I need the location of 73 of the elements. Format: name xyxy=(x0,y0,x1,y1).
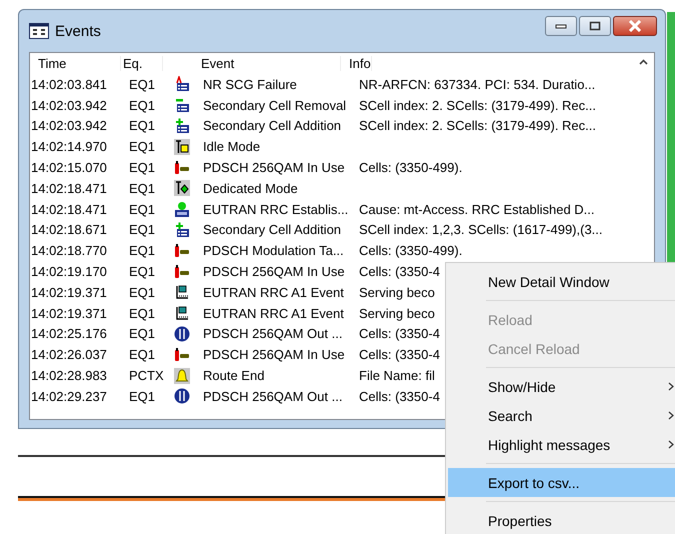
table-cell-text: EQ1 xyxy=(129,388,156,404)
column-header[interactable]: Info xyxy=(341,56,372,71)
table-cell-text: 14:02:18.671 xyxy=(30,222,108,238)
table-cell-text: NR SCG Failure xyxy=(203,76,298,92)
table-cell: NR-ARFCN: 637334. PCI: 534. Duratio... xyxy=(359,76,596,92)
menu-item[interactable]: Export to csv... xyxy=(448,468,675,497)
table-cell-text: 14:02:18.770 xyxy=(30,243,108,258)
column-header[interactable]: Event xyxy=(193,56,341,71)
table-cell-text: Secondary Cell Removal xyxy=(203,98,348,113)
table-cell-text: EQ1 xyxy=(129,347,156,362)
table-cell: Cells: (3350-499). xyxy=(359,160,462,176)
table-cell-text: Secondary Cell Addition xyxy=(203,118,342,134)
table-cell-text: 14:02:03.942 xyxy=(30,118,108,134)
table-cell-text: EQ1 xyxy=(129,264,156,280)
table-cell-text: EQ1 xyxy=(129,222,156,238)
table-cell-text: Dedicated Mode xyxy=(203,180,299,196)
table-cell-text: EUTRAN RRC Establis... xyxy=(203,202,350,217)
table-cell-text: EQ1 xyxy=(129,76,156,92)
table-cell: Cells: (3350-4 xyxy=(359,326,440,342)
table-cell-text: 14:02:28.983 xyxy=(30,368,108,384)
table-cell-text: EQ1 xyxy=(129,139,156,154)
table-cell: Cells: (3350-4 xyxy=(359,388,440,404)
table-cell: SCell index: 2. SCells: (3179-499). Rec... xyxy=(359,118,596,134)
table-cell-text: 14:02:03.942 xyxy=(30,98,108,113)
table-cell-text: 14:02:15.070 xyxy=(30,160,108,176)
table-cell: File Name: fil xyxy=(359,368,435,384)
table-cell-text: EQ1 xyxy=(129,243,156,258)
table-cell-text: Secondary Cell Addition xyxy=(203,222,342,238)
table-cell: Cells: (3350-4 xyxy=(359,264,440,280)
menu-item[interactable]: Search xyxy=(448,401,675,430)
table-cell-text: EQ1 xyxy=(129,202,156,217)
menu-item[interactable]: New Detail Window xyxy=(448,267,675,296)
table-cell-text: EQ1 xyxy=(129,118,156,134)
table-cell-text: Idle Mode xyxy=(203,139,262,154)
table-cell-text: EQ1 xyxy=(129,98,156,113)
table-cell-text: EUTRAN RRC A1 Event xyxy=(203,306,345,321)
table-cell-text: 14:02:29.237 xyxy=(30,388,108,404)
table-cell-text: PDSCH Modulation Ta... xyxy=(203,243,345,258)
table-cell-text: EQ1 xyxy=(129,160,156,176)
table-cell-text: PDSCH 256QAM Out ... xyxy=(203,388,344,404)
table-cell-text: 14:02:14.970 xyxy=(30,139,108,154)
table-cell-text: PCTX xyxy=(129,368,165,384)
table-cell-text: EQ1 xyxy=(129,326,156,342)
table-cell-text: 14:02:18.471 xyxy=(30,202,108,217)
menu-item[interactable]: Show/Hide xyxy=(448,372,675,401)
table-cell-text: PDSCH 256QAM Out ... xyxy=(203,326,344,342)
column-header[interactable]: Time xyxy=(30,56,121,71)
column-header[interactable]: Eq. xyxy=(121,56,163,71)
table-cell-text: EQ1 xyxy=(129,284,156,300)
table-cell-text: PDSCH 256QAM In Use xyxy=(203,347,346,362)
table-cell: Cells: (3350-499). xyxy=(359,243,462,258)
table-cell-text: EQ1 xyxy=(129,180,156,196)
table-cell: SCell index: 1,2,3. SCells: (1617-499),(3... xyxy=(359,222,603,238)
table-cell: Serving beco xyxy=(359,284,435,300)
window-title: Events xyxy=(55,22,102,40)
table-cell-text: PDSCH 256QAM In Use xyxy=(203,160,346,176)
table-cell-text: 14:02:19.170 xyxy=(30,264,108,280)
table-cell-text: Route End xyxy=(203,368,266,384)
table-cell-text: 14:02:03.841 xyxy=(30,76,108,92)
table-cell-text: PDSCH 256QAM In Use xyxy=(203,264,346,280)
table-cell: Cause: mt-Access. RRC Established D... xyxy=(359,202,595,217)
menu-item[interactable]: Properties xyxy=(448,506,675,534)
table-cell-text: EQ1 xyxy=(129,306,156,321)
table-cell-text: 14:02:19.371 xyxy=(30,284,108,300)
table-cell-text: 14:02:26.037 xyxy=(30,347,108,362)
table-cell-text: 14:02:18.471 xyxy=(30,180,108,196)
table-cell-text: EUTRAN RRC A1 Event xyxy=(203,284,345,300)
table-cell: Serving beco xyxy=(359,306,435,321)
table-cell: SCell index: 2. SCells: (3179-499). Rec... xyxy=(359,98,596,113)
table-cell: Cells: (3350-4 xyxy=(359,347,440,362)
table-cell-text: 14:02:25.176 xyxy=(30,326,108,342)
menu-item[interactable]: Highlight messages xyxy=(448,430,675,459)
table-cell-text: 14:02:19.371 xyxy=(30,306,108,321)
